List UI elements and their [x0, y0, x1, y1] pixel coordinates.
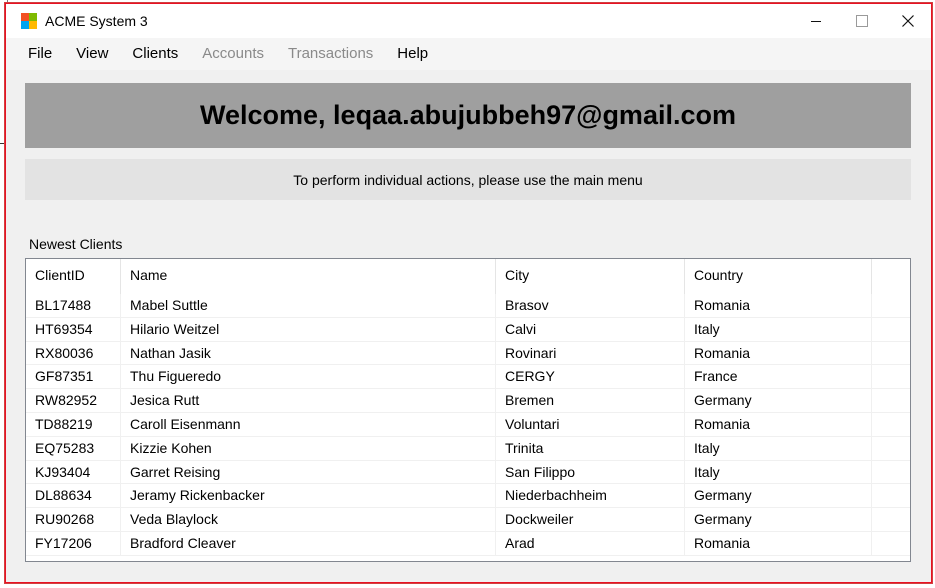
table-row[interactable]: RX80036 Nathan Jasik Rovinari Romania: [26, 341, 910, 366]
app-window: ACME System 3 File View Clients Accounts…: [4, 2, 933, 584]
table-row[interactable]: EQ75283 Kizzie Kohen Trinita Italy: [26, 436, 910, 461]
table-row[interactable]: GF87351 Thu Figueredo CERGY France: [26, 365, 910, 390]
cell-filler: [872, 413, 910, 436]
table-row[interactable]: RW82952 Jesica Rutt Bremen Germany: [26, 389, 910, 413]
cell-name: Hilario Weitzel: [121, 317, 496, 341]
minimize-icon: [811, 20, 821, 22]
cell-city: Bremen: [496, 389, 685, 412]
menu-clients[interactable]: Clients: [120, 38, 190, 70]
cell-name: Bradford Cleaver: [121, 531, 496, 555]
maximize-button[interactable]: [839, 4, 885, 38]
maximize-icon: [856, 15, 868, 27]
cell-country: Romania: [685, 294, 872, 317]
cell-country: Germany: [685, 389, 872, 412]
cell-clientid: RU90268: [26, 508, 121, 531]
table-row[interactable]: DL88634 Jeramy Rickenbacker Niederbachheim…: [26, 484, 910, 509]
cell-city: Brasov: [496, 294, 685, 317]
table-row[interactable]: BL17488 Mabel Suttle Brasov Romania: [26, 294, 910, 318]
app-logo-icon: [21, 13, 37, 29]
cell-name: Jesica Rutt: [121, 389, 496, 412]
column-header-country[interactable]: Country: [685, 259, 872, 294]
close-icon: [902, 15, 914, 27]
cell-city: Niederbachheim: [496, 484, 685, 508]
cell-clientid: TD88219: [26, 412, 121, 436]
cell-city: Arad: [496, 531, 685, 555]
minimize-button[interactable]: [793, 4, 839, 38]
table-row[interactable]: TD88219 Caroll Eisenmann Voluntari Romania: [26, 412, 910, 437]
cell-city: Rovinari: [496, 341, 685, 365]
menu-bar: File View Clients Accounts Transactions …: [6, 38, 931, 70]
cell-name: Nathan Jasik: [121, 341, 496, 365]
table-row[interactable]: HT69354 Hilario Weitzel Calvi Italy: [26, 317, 910, 342]
cell-clientid: DL88634: [26, 484, 121, 508]
cell-clientid: HT69354: [26, 317, 121, 341]
column-header-city[interactable]: City: [496, 259, 685, 294]
cell-country: Germany: [685, 508, 872, 531]
table-row[interactable]: KJ93404 Garret Reising San Filippo Italy: [26, 460, 910, 485]
cell-filler: [872, 532, 910, 555]
cell-country: Italy: [685, 436, 872, 460]
clients-table[interactable]: ClientID Name City Country BL17488 Mabel …: [25, 258, 911, 562]
cell-name: Kizzie Kohen: [121, 436, 496, 460]
cell-name: Thu Figueredo: [121, 365, 496, 389]
cell-filler: [872, 365, 910, 388]
cell-city: San Filippo: [496, 460, 685, 484]
cell-country: Romania: [685, 531, 872, 555]
table-row[interactable]: RU90268 Veda Blaylock Dockweiler Germany: [26, 508, 910, 532]
cell-city: CERGY: [496, 365, 685, 389]
cell-country: France: [685, 365, 872, 389]
window-title: ACME System 3: [45, 13, 148, 29]
cell-filler: [872, 508, 910, 531]
cell-clientid: RW82952: [26, 389, 121, 412]
cell-name: Mabel Suttle: [121, 294, 496, 317]
cell-city: Dockweiler: [496, 508, 685, 531]
newest-clients-label: Newest Clients: [29, 236, 123, 252]
cell-clientid: FY17206: [26, 531, 121, 555]
cell-filler: [872, 342, 910, 365]
cell-name: Veda Blaylock: [121, 508, 496, 531]
menu-file[interactable]: File: [16, 38, 64, 70]
cell-clientid: RX80036: [26, 341, 121, 365]
cell-clientid: EQ75283: [26, 436, 121, 460]
cell-filler: [872, 318, 910, 341]
cell-city: Calvi: [496, 317, 685, 341]
cell-country: Romania: [685, 341, 872, 365]
cell-filler: [872, 484, 910, 507]
table-row[interactable]: FY17206 Bradford Cleaver Arad Romania: [26, 531, 910, 556]
cell-clientid: BL17488: [26, 294, 121, 317]
menu-accounts: Accounts: [202, 45, 264, 62]
window-controls: [793, 4, 931, 38]
close-button[interactable]: [885, 4, 931, 38]
cell-clientid: GF87351: [26, 365, 121, 389]
cell-country: Italy: [685, 317, 872, 341]
menu-view[interactable]: View: [64, 38, 120, 70]
menu-help[interactable]: Help: [385, 38, 440, 70]
table-header: ClientID Name City Country: [26, 259, 910, 294]
cell-name: Garret Reising: [121, 460, 496, 484]
column-header-clientid[interactable]: ClientID: [26, 259, 121, 294]
cell-filler: [872, 461, 910, 484]
table-body: BL17488 Mabel Suttle Brasov Romania HT69354 H…: [26, 294, 910, 556]
title-bar[interactable]: ACME System 3: [6, 4, 931, 38]
cell-country: Italy: [685, 460, 872, 484]
cell-country: Romania: [685, 412, 872, 436]
cell-filler: [872, 389, 910, 412]
welcome-banner: Welcome, leqaa.abujubbeh97@gmail.com: [25, 83, 911, 148]
cell-filler: [872, 294, 910, 317]
column-header-filler: [872, 259, 910, 294]
cell-name: Caroll Eisenmann: [121, 412, 496, 436]
info-banner: To perform individual actions, please us…: [25, 159, 911, 200]
cell-name: Jeramy Rickenbacker: [121, 484, 496, 508]
cell-clientid: KJ93404: [26, 460, 121, 484]
cell-city: Voluntari: [496, 412, 685, 436]
menu-transactions: Transactions: [287, 45, 374, 62]
cell-filler: [872, 437, 910, 460]
cell-country: Germany: [685, 484, 872, 508]
cell-city: Trinita: [496, 436, 685, 460]
column-header-name[interactable]: Name: [121, 259, 496, 294]
